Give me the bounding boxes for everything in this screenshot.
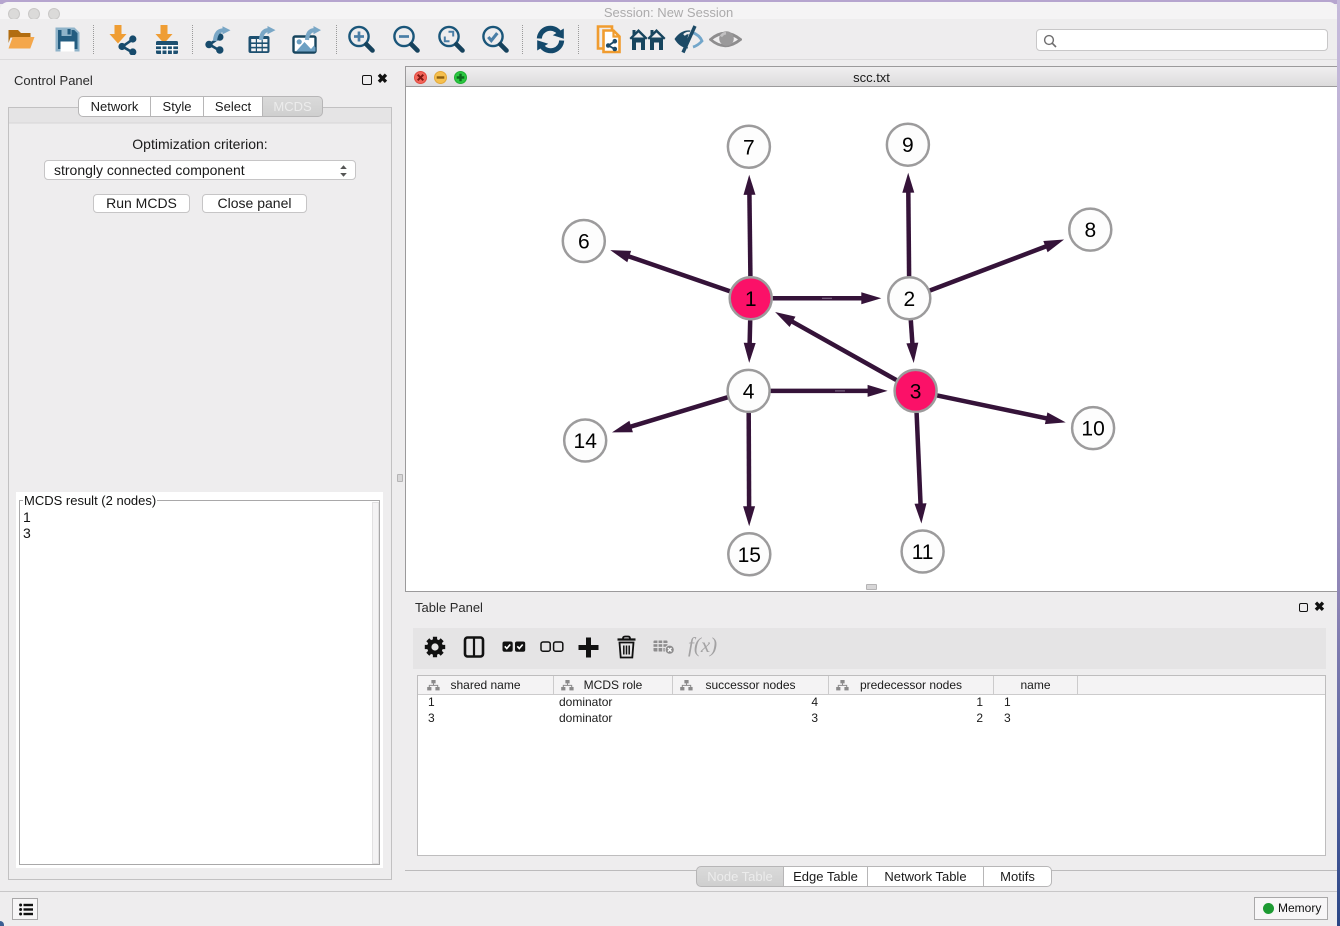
svg-text:3: 3 [910, 380, 922, 403]
svg-text:1: 1 [745, 288, 757, 311]
svg-text:11: 11 [912, 541, 934, 564]
svg-text:14: 14 [574, 430, 598, 453]
svg-text:2: 2 [903, 288, 915, 311]
svg-text:6: 6 [578, 231, 590, 254]
svg-text:9: 9 [902, 134, 914, 157]
svg-text:10: 10 [1081, 418, 1104, 441]
svg-text:4: 4 [743, 380, 755, 403]
svg-text:7: 7 [743, 136, 755, 159]
svg-text:15: 15 [738, 544, 761, 567]
svg-text:8: 8 [1084, 219, 1096, 242]
